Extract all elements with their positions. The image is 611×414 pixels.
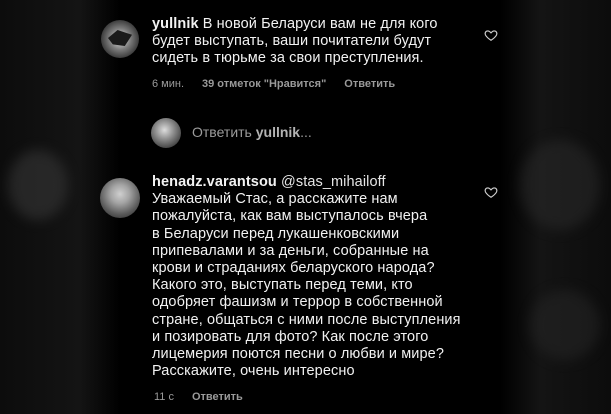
heart-icon[interactable] [484, 185, 498, 199]
reply-prompt-username: yullnik [255, 124, 301, 140]
heart-icon[interactable] [484, 28, 498, 42]
background-blur-right-top [520, 140, 600, 230]
comment-text: Уважаемый Стас, а расскажите нам пожалуй… [152, 191, 461, 380]
reply-avatar [151, 118, 181, 148]
comment-body: yullnik В новой Беларуси вам не для кого… [152, 16, 482, 68]
comment-time: 6 мин. [152, 78, 185, 90]
mention-link[interactable]: @stas_mihailoff [281, 174, 386, 190]
comment-meta: 11 с Ответить [154, 391, 243, 403]
comment-time: 11 с [154, 391, 174, 403]
background-blur-right-bottom [530, 290, 600, 360]
likes-count[interactable]: 39 отметок "Нравится" [202, 78, 326, 90]
avatar[interactable] [100, 178, 140, 218]
reply-button[interactable]: Ответить [344, 78, 395, 90]
reply-prompt-suffix: ... [300, 124, 312, 140]
reply-prompt-prefix: Ответить [192, 124, 256, 140]
reply-prompt[interactable]: Ответить yullnik... [192, 124, 312, 140]
reply-button[interactable]: Ответить [192, 391, 243, 403]
background-blur-left [8, 150, 68, 220]
comment-meta: 6 мин. 39 отметок "Нравится" Ответить [152, 78, 395, 90]
avatar[interactable] [101, 20, 139, 58]
comment-username[interactable]: yullnik [152, 16, 199, 32]
comment-username[interactable]: henadz.varantsou [152, 174, 277, 190]
comment-body: henadz.varantsou @stas_mihailoff Уважаем… [152, 174, 512, 380]
